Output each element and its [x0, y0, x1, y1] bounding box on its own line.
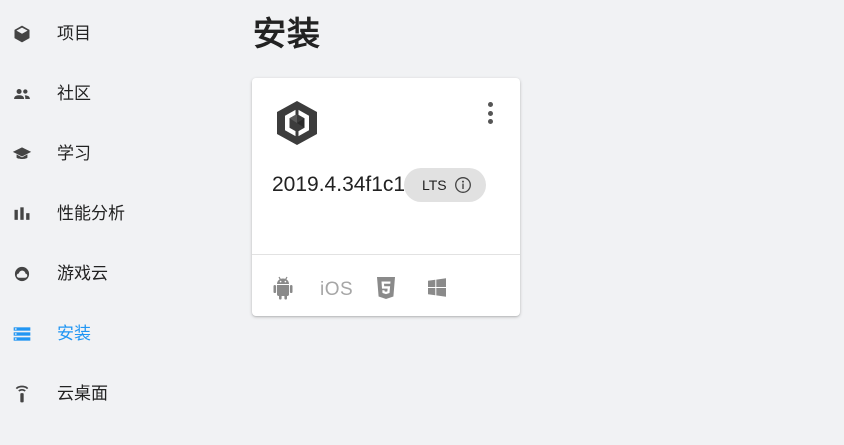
sidebar-item-label: 云桌面 — [57, 384, 108, 403]
lts-badge[interactable]: LTS — [404, 168, 486, 202]
cloud-icon — [12, 264, 32, 284]
installs-icon — [12, 324, 32, 344]
remote-desktop-icon — [12, 384, 32, 404]
sidebar-item-installs[interactable]: 安装 — [0, 314, 200, 354]
sidebar-item-projects[interactable]: 项目 — [0, 14, 200, 54]
android-icon — [272, 276, 294, 300]
people-icon — [12, 84, 32, 104]
more-options-icon[interactable] — [480, 100, 500, 126]
card-divider — [252, 254, 520, 255]
unity-logo-icon — [277, 101, 317, 145]
lts-label: LTS — [422, 177, 447, 193]
sidebar-item-label: 游戏云 — [57, 264, 108, 283]
sidebar-item-label: 学习 — [57, 144, 91, 163]
unity-hub-window: 项目 社区 学习 性能分析 游戏云 安装 云桌面 安装 2019.4.34f1c… — [0, 0, 844, 445]
html5-icon — [376, 276, 396, 300]
bar-chart-icon — [12, 204, 32, 224]
windows-icon — [427, 276, 447, 300]
graduation-cap-icon — [12, 144, 32, 164]
cube-icon — [12, 24, 32, 44]
sidebar-item-label: 社区 — [57, 84, 91, 103]
sidebar-item-cloud-desktop[interactable]: 云桌面 — [0, 374, 200, 414]
sidebar-item-analytics[interactable]: 性能分析 — [0, 194, 200, 234]
info-icon — [455, 177, 471, 193]
sidebar-item-game-cloud[interactable]: 游戏云 — [0, 254, 200, 294]
sidebar-item-label: 安装 — [57, 324, 91, 343]
sidebar-item-label: 项目 — [57, 24, 91, 43]
editor-version: 2019.4.34f1c1 — [272, 173, 406, 196]
sidebar-item-learn[interactable]: 学习 — [0, 134, 200, 174]
sidebar: 项目 社区 学习 性能分析 游戏云 安装 云桌面 — [0, 0, 200, 445]
page-title: 安装 — [253, 15, 321, 52]
sidebar-item-label: 性能分析 — [57, 204, 125, 223]
sidebar-item-community[interactable]: 社区 — [0, 74, 200, 114]
install-card: 2019.4.34f1c1 LTS iOS — [252, 78, 520, 316]
ios-platform-label: iOS — [320, 279, 354, 300]
